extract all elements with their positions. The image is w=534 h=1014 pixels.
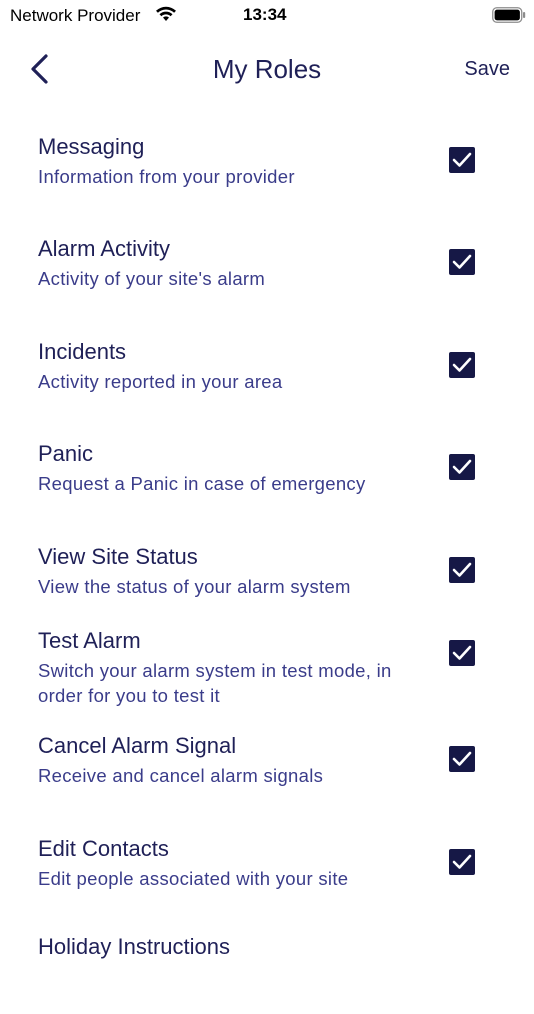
- role-description: Activity reported in your area: [38, 371, 283, 392]
- role-row: Alarm Activity Activity of your site's al…: [0, 236, 534, 316]
- page-title: My Roles: [212, 54, 322, 84]
- role-title: Holiday Instructions: [38, 934, 230, 959]
- checkmark-icon: [452, 854, 472, 869]
- role-checkbox[interactable]: [449, 249, 475, 275]
- role-title: Edit Contacts: [38, 836, 169, 861]
- role-title: Panic: [38, 441, 94, 466]
- status-time: 13:34: [243, 5, 287, 24]
- role-title: Cancel Alarm Signal: [38, 733, 237, 758]
- role-description: Edit people associated with your site: [38, 868, 349, 889]
- carrier-name: Network Provider: [10, 6, 141, 25]
- role-description: Activity of your site's alarm: [38, 268, 266, 289]
- role-description: Information from your provider: [38, 166, 295, 187]
- role-checkbox[interactable]: [449, 147, 475, 173]
- checkmark-icon: [452, 645, 472, 660]
- navigation-bar: My Roles Save: [0, 36, 534, 100]
- role-row: Edit Contacts Edit people associated with…: [0, 836, 534, 916]
- role-row: Test Alarm Switch your alarm system in te…: [0, 628, 534, 708]
- role-title: View Site Status: [38, 544, 198, 569]
- checkmark-icon: [452, 357, 472, 372]
- battery-icon: [492, 7, 526, 23]
- role-description: View the status of your alarm system: [38, 576, 351, 597]
- role-checkbox[interactable]: [449, 557, 475, 583]
- role-title: Alarm Activity: [38, 236, 171, 261]
- role-checkbox[interactable]: [449, 454, 475, 480]
- checkmark-icon: [452, 152, 472, 167]
- role-checkbox[interactable]: [449, 849, 475, 875]
- role-description: Receive and cancel alarm signals: [38, 765, 324, 786]
- role-title: Test Alarm: [38, 628, 141, 653]
- role-row: Cancel Alarm Signal Receive and cancel al…: [0, 733, 534, 813]
- save-button[interactable]: Save: [464, 58, 510, 81]
- checkmark-icon: [452, 751, 472, 766]
- checkmark-icon: [452, 459, 472, 474]
- role-row: Holiday Instructions: [0, 934, 534, 1014]
- checkmark-icon: [452, 562, 472, 577]
- role-title: Incidents: [38, 339, 127, 364]
- checkmark-icon: [452, 254, 472, 269]
- role-checkbox[interactable]: [449, 352, 475, 378]
- role-description: Switch your alarm system in test mode, i…: [38, 660, 392, 706]
- role-row: Incidents Activity reported in your area: [0, 339, 534, 419]
- role-row: Messaging Information from your provider: [0, 134, 534, 214]
- wifi-icon: [155, 6, 177, 22]
- role-row: View Site Status View the status of your …: [0, 544, 534, 624]
- role-checkbox[interactable]: [449, 746, 475, 772]
- role-title: Messaging: [38, 134, 145, 159]
- role-checkbox[interactable]: [449, 640, 475, 666]
- status-bar: Network Provider 13:34: [0, 0, 534, 30]
- role-description: Request a Panic in case of emergency: [38, 473, 366, 494]
- role-row: Panic Request a Panic in case of emergenc…: [0, 441, 534, 521]
